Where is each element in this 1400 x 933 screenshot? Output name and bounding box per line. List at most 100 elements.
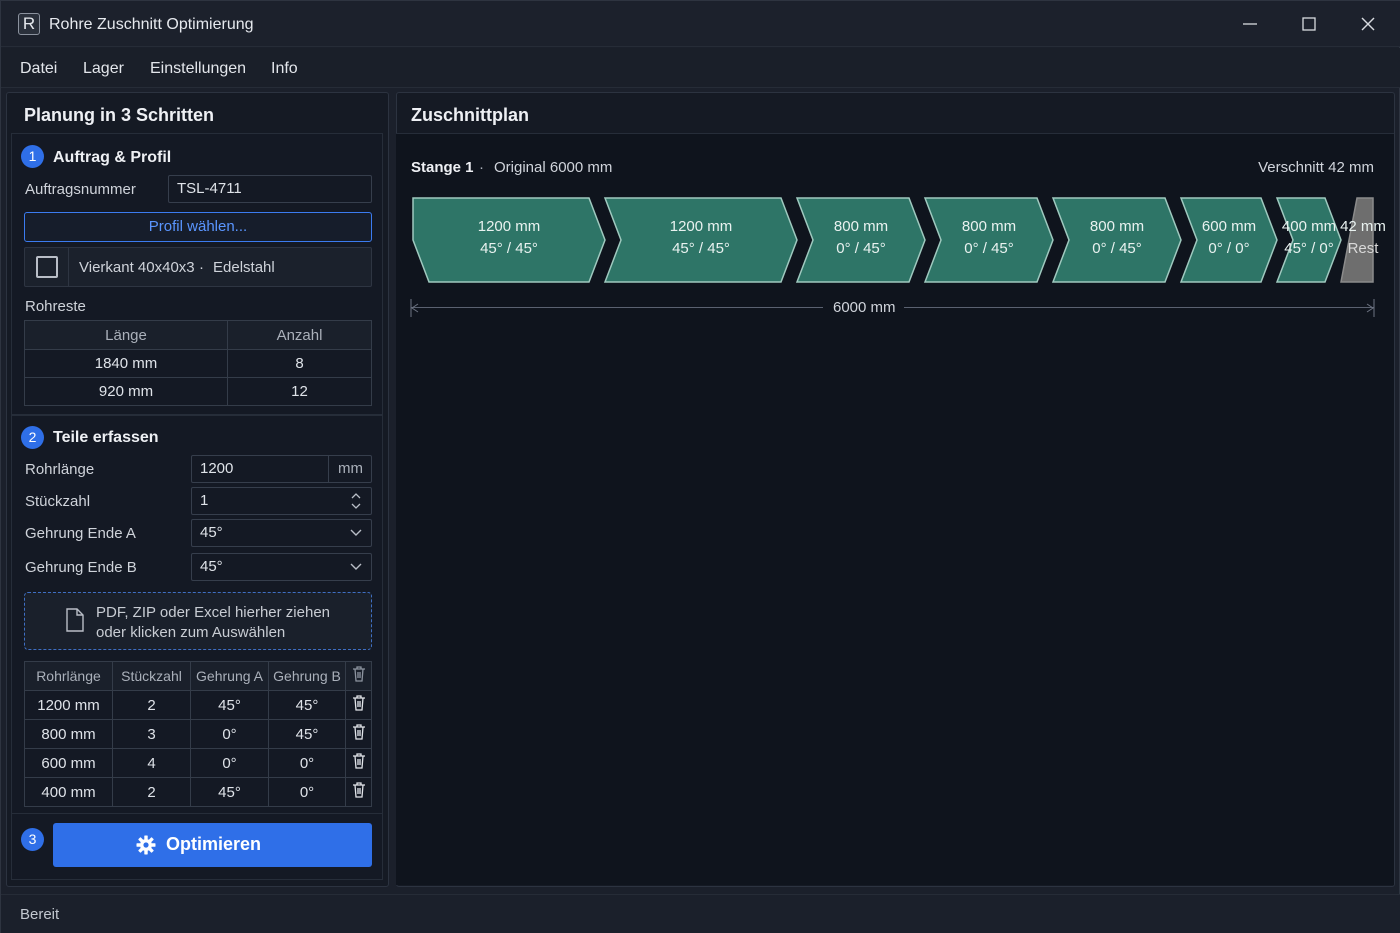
- status-text: Bereit: [20, 906, 60, 923]
- trash-icon: [352, 782, 365, 798]
- segment-length: 800 mm: [1089, 218, 1145, 235]
- gear-icon: [136, 835, 156, 855]
- bar-separator: ·: [479, 159, 484, 176]
- close-button[interactable]: [1348, 9, 1388, 39]
- dimension-arrow-left-icon: [410, 299, 419, 317]
- remnant-count: 12: [227, 377, 372, 406]
- step2-number: 2: [21, 426, 44, 449]
- drop-zone-line1: PDF, ZIP oder Excel hierher ziehen: [96, 604, 331, 621]
- cut-segment-label: 800 mm 0° / 45°: [801, 216, 921, 260]
- segment-angles: 45° / 45°: [672, 240, 730, 257]
- menu-einstellungen[interactable]: Einstellungen: [150, 60, 246, 78]
- segment-angles: 45° / 45°: [480, 240, 538, 257]
- miter-a-label: Gehrung Ende A: [25, 525, 136, 542]
- miter-a-select[interactable]: 45°: [191, 519, 372, 547]
- part-length: 400 mm: [24, 777, 113, 807]
- app-icon: R: [18, 13, 40, 35]
- optimize-button[interactable]: Optimieren: [53, 823, 372, 867]
- cutting-plan-title: Zuschnittplan: [411, 105, 529, 125]
- step2-title: Teile erfassen: [53, 429, 159, 446]
- dimension-line-right: [904, 307, 1374, 308]
- title-bar: R Rohre Zuschnitt Optimierung: [1, 1, 1400, 47]
- menu-info[interactable]: Info: [271, 60, 298, 78]
- segment-angles: 0° / 45°: [964, 240, 1014, 257]
- miter-b-select[interactable]: 45°: [191, 553, 372, 581]
- dimension-label: 6000 mm: [833, 299, 896, 316]
- order-number-input[interactable]: TSL-4711: [168, 175, 372, 203]
- part-qty: 2: [112, 777, 191, 807]
- part-miter-a: 0°: [190, 748, 269, 778]
- step3-number: 3: [21, 828, 44, 851]
- length-value: 1200: [200, 460, 234, 477]
- part-miter-a: 45°: [190, 690, 269, 720]
- delete-row-button[interactable]: [345, 748, 372, 778]
- part-miter-a: 45°: [190, 777, 269, 807]
- parts-row[interactable]: 400 mm 2 45° 0°: [24, 777, 372, 807]
- step3-section: 3 Optimieren: [11, 814, 383, 880]
- dimension-arrow-right-icon: [1366, 299, 1375, 317]
- length-unit: mm: [328, 456, 372, 482]
- minimize-button[interactable]: [1230, 9, 1270, 39]
- planning-title: Planung in 3 Schritten: [24, 105, 215, 125]
- drop-zone-text: PDF, ZIP oder Excel hierher ziehen oder …: [96, 603, 330, 643]
- minimize-icon: [1243, 23, 1257, 25]
- cut-segment-label: 1200 mm 45° / 45°: [641, 216, 761, 260]
- menu-datei[interactable]: Datei: [20, 60, 57, 78]
- remnant-length: 920 mm: [24, 377, 228, 406]
- length-input[interactable]: 1200 mm: [191, 455, 372, 483]
- parts-row[interactable]: 1200 mm 2 45° 45°: [24, 690, 372, 720]
- trash-icon: [352, 695, 365, 711]
- step1-title: Auftrag & Profil: [53, 149, 172, 166]
- part-qty: 4: [112, 748, 191, 778]
- chevron-down-icon: [350, 529, 362, 536]
- segment-angles: 0° / 45°: [1092, 240, 1142, 257]
- menu-lager[interactable]: Lager: [83, 60, 124, 78]
- trash-icon: [352, 724, 365, 740]
- part-length: 800 mm: [24, 719, 113, 749]
- drop-zone-line2: oder klicken zum Auswählen: [96, 624, 286, 641]
- quantity-label: Stückzahl: [25, 493, 91, 510]
- cut-segment-label: 800 mm 0° / 45°: [1057, 216, 1177, 260]
- stepper-arrows-icon[interactable]: [350, 491, 362, 511]
- quantity-stepper[interactable]: 1: [191, 487, 372, 515]
- segment-length: 1200 mm: [669, 218, 733, 235]
- remnants-row[interactable]: 920 mm 12: [24, 377, 372, 406]
- part-qty: 2: [112, 690, 191, 720]
- length-label: Rohrlänge: [25, 461, 95, 478]
- bar-original-length: Original 6000 mm: [494, 159, 613, 176]
- choose-profile-button[interactable]: Profil wählen...: [24, 212, 372, 242]
- remnant-length: 1840 mm: [24, 349, 228, 378]
- segment-length: 42 mm: [1340, 218, 1386, 235]
- step1-number: 1: [21, 145, 44, 168]
- miter-a-value: 45°: [200, 524, 223, 541]
- planning-panel: Planung in 3 Schritten 1 Auftrag & Profi…: [6, 92, 389, 887]
- rest-segment-label: 42 mm Rest: [1303, 216, 1400, 260]
- rest-label: Rest: [1347, 240, 1379, 257]
- parts-table: Rohrlänge Stückzahl Gehrung A Gehrung B …: [24, 661, 372, 807]
- optimize-button-label: Optimieren: [166, 834, 262, 854]
- delete-all-button[interactable]: [345, 661, 372, 691]
- maximize-button[interactable]: [1289, 9, 1329, 39]
- part-qty: 3: [112, 719, 191, 749]
- trash-icon: [352, 666, 365, 682]
- delete-row-button[interactable]: [345, 719, 372, 749]
- cut-segment-label: 1200 mm 45° / 45°: [449, 216, 569, 260]
- segment-length: 1200 mm: [477, 218, 541, 235]
- chevron-down-icon: [350, 563, 362, 570]
- selected-profile: Vierkant 40x40x3 · Edelstahl: [24, 247, 372, 287]
- trash-icon: [352, 753, 365, 769]
- remnants-label: Rohreste: [25, 298, 86, 315]
- step2-section: 2 Teile erfassen Rohrlänge 1200 mm Stück…: [11, 415, 383, 814]
- segment-length: 800 mm: [961, 218, 1017, 235]
- file-icon: [66, 608, 84, 632]
- delete-row-button[interactable]: [345, 690, 372, 720]
- parts-row[interactable]: 800 mm 3 0° 45°: [24, 719, 372, 749]
- delete-row-button[interactable]: [345, 777, 372, 807]
- profile-material: Edelstahl: [213, 259, 275, 276]
- remnant-count: 8: [227, 349, 372, 378]
- remnants-header-length: Länge: [24, 320, 228, 350]
- file-drop-zone[interactable]: PDF, ZIP oder Excel hierher ziehen oder …: [24, 592, 372, 650]
- part-miter-b: 0°: [268, 777, 346, 807]
- remnants-row[interactable]: 1840 mm 8: [24, 349, 372, 378]
- parts-row[interactable]: 600 mm 4 0° 0°: [24, 748, 372, 778]
